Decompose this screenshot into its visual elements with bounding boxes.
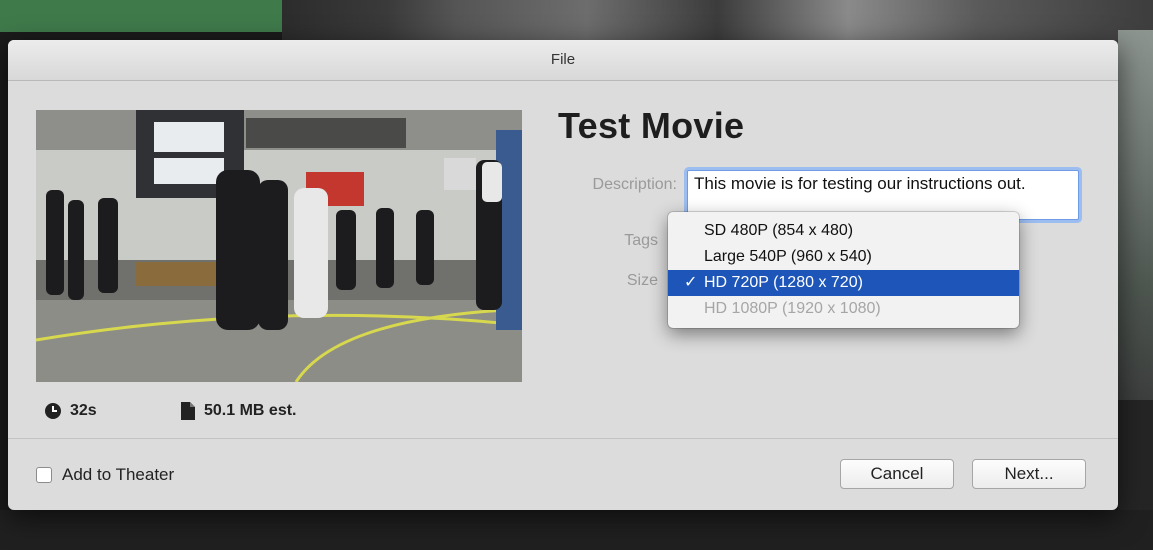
duration-info: 32s (44, 402, 97, 420)
background-clip (0, 0, 284, 32)
movie-thumbnail (36, 110, 522, 382)
cancel-button[interactable]: Cancel (840, 459, 954, 489)
file-size-info: 50.1 MB est. (180, 402, 296, 420)
dialog-title: File (8, 40, 1118, 81)
size-option-label: Large 540P (960 x 540) (704, 248, 872, 265)
size-option-1080p: HD 1080P (1920 x 1080) (668, 296, 1019, 322)
share-file-dialog: File 32s 50.1 MB est. Test Movie Descrip… (8, 40, 1118, 510)
size-option-480p[interactable]: SD 480P (854 x 480) (668, 218, 1019, 244)
background-timeline-strip (282, 0, 1153, 44)
next-button[interactable]: Next... (972, 459, 1086, 489)
duration-text: 32s (70, 402, 97, 419)
size-label: Size (626, 272, 658, 289)
footer-divider (8, 438, 1118, 439)
add-to-theater-option[interactable]: Add to Theater (36, 465, 174, 485)
background-bottom-bar (0, 510, 1153, 550)
checkmark-icon: ✓ (684, 274, 698, 291)
tags-label: Tags (624, 232, 658, 249)
file-size-text: 50.1 MB est. (204, 402, 297, 419)
size-popup-menu[interactable]: SD 480P (854 x 480) Large 540P (960 x 54… (668, 212, 1019, 328)
size-option-label: HD 1080P (1920 x 1080) (704, 300, 881, 317)
size-option-540p[interactable]: Large 540P (960 x 540) (668, 244, 1019, 270)
clock-icon (44, 402, 62, 420)
size-option-label: SD 480P (854 x 480) (704, 222, 854, 239)
background-viewer-edge (1118, 30, 1153, 400)
add-to-theater-checkbox[interactable] (36, 467, 52, 483)
add-to-theater-label: Add to Theater (62, 465, 175, 484)
size-option-label: HD 720P (1280 x 720) (704, 274, 863, 291)
movie-title[interactable]: Test Movie (558, 105, 744, 147)
description-label: Description: (592, 176, 677, 193)
document-icon (180, 402, 196, 420)
size-option-720p[interactable]: ✓ HD 720P (1280 x 720) (668, 270, 1019, 296)
